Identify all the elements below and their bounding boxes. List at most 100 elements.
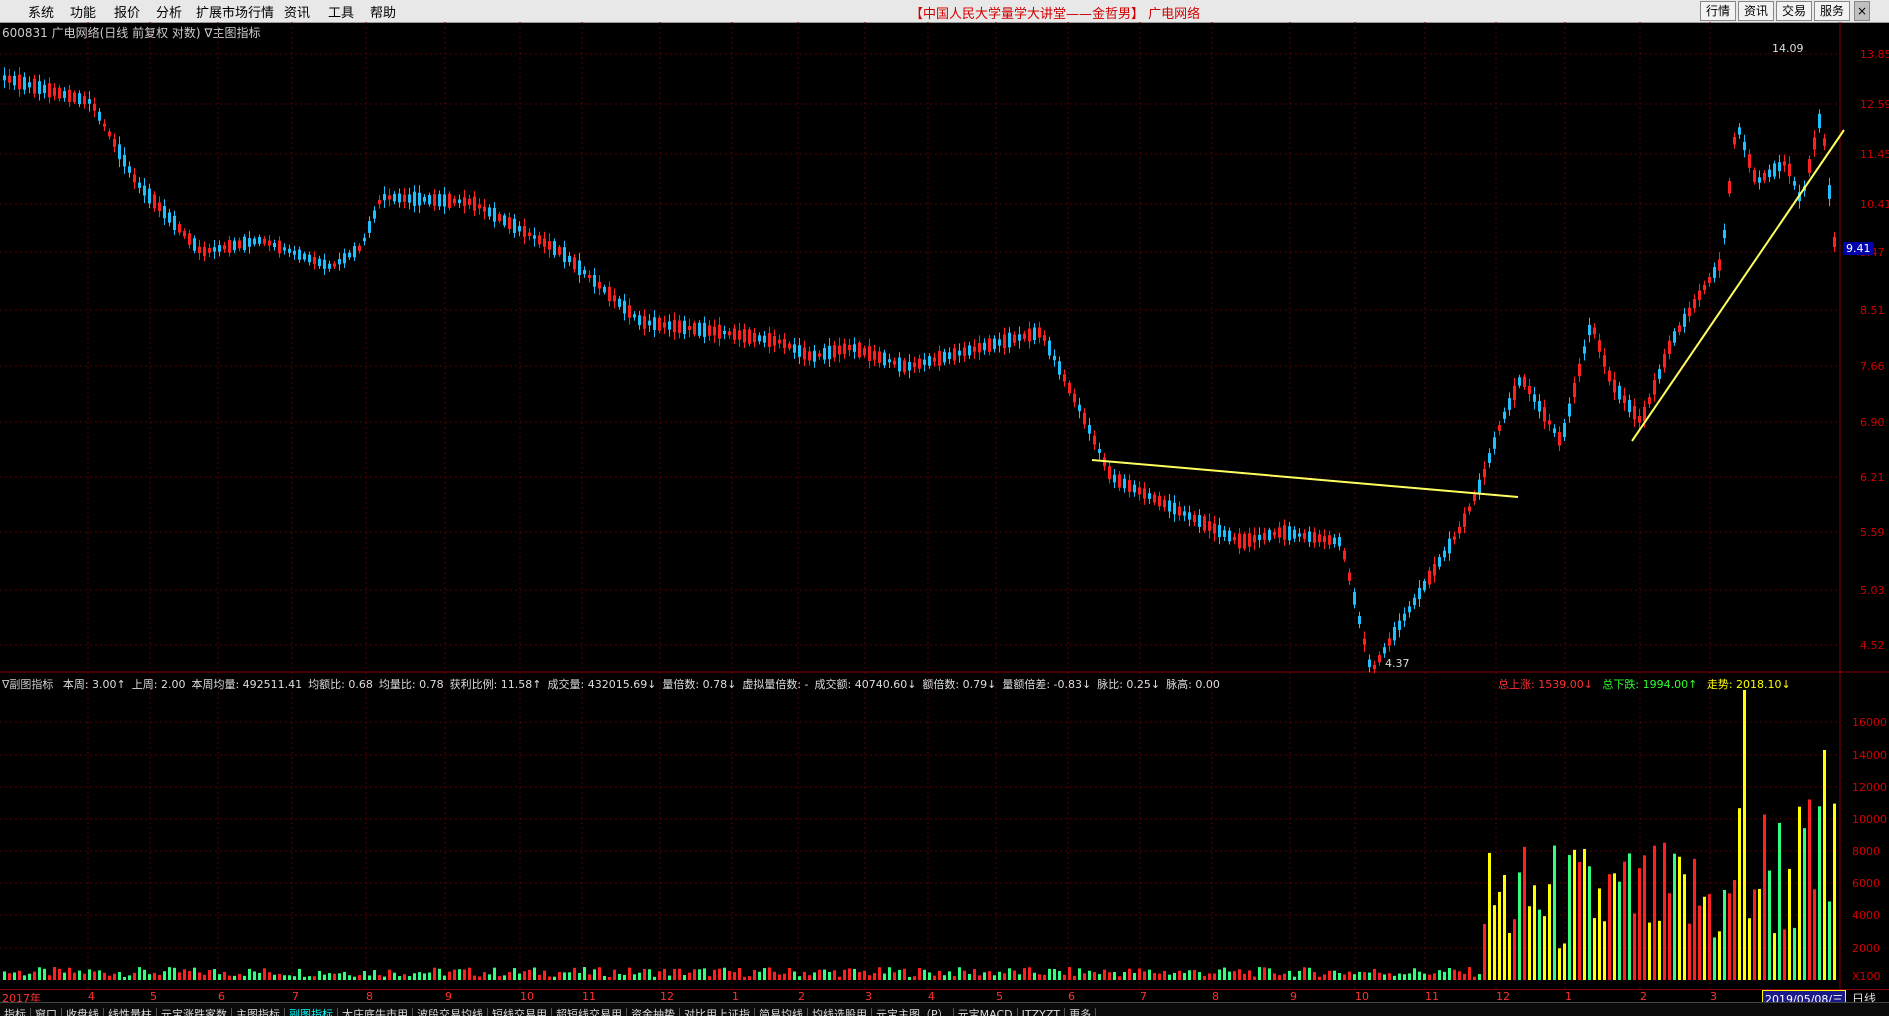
candle-body [1063,374,1066,382]
volume-bar [1083,973,1086,980]
support-trendline [1631,129,1845,442]
candle-body [448,193,451,208]
candle-body [1193,514,1196,523]
candle-body [783,338,786,349]
news-button[interactable]: 资讯 [1738,1,1774,21]
candle-body [83,96,86,105]
volume-bar [63,972,66,980]
volume-bar [1433,973,1436,980]
close-icon[interactable]: × [1854,1,1870,21]
volume-bar [1118,976,1121,980]
volume-bar [978,975,981,980]
menu-news[interactable]: 资讯 [284,2,310,21]
candle-body [1648,397,1651,405]
volume-tick-2: 12000 [1852,781,1887,794]
candle-body [803,347,806,360]
volume-bar [1383,974,1386,980]
candle-body [1488,453,1491,463]
volume-bar [33,971,36,980]
candle-body [873,351,876,360]
sub-indicator-header[interactable]: ∇副图指标 本周: 3.00↑ 上周: 2.00 本周均量: 492511.41 均额… [2,676,1226,692]
menu-tools[interactable]: 工具 [328,2,354,21]
candle-body [1578,363,1581,377]
sub-metric-5: 获利比例: 11.58↑ [449,678,542,691]
volume-bar [658,971,661,980]
volume-bar [533,967,536,980]
volume-bar [1703,896,1706,980]
volume-bar [1018,974,1021,980]
candle-body [168,212,171,223]
volume-bar [353,976,356,980]
volume-bar [1323,974,1326,980]
volume-bar [493,967,496,980]
candle-body [918,358,921,369]
candle-body [488,207,491,217]
candle-body [1328,535,1331,545]
volume-bar [1773,933,1776,980]
candle-body [1203,516,1206,531]
menu-system[interactable]: 系统 [28,2,54,21]
trade-button[interactable]: 交易 [1776,1,1812,21]
candle-body [1568,403,1571,417]
volume-bar [1523,846,1526,980]
menu-analysis[interactable]: 分析 [156,2,182,21]
candle-body [1808,159,1811,173]
volume-bar [643,968,646,980]
candle-body [1463,513,1466,528]
candle-body [1443,550,1446,558]
volume-bar [1408,973,1411,980]
candle-body [703,322,706,337]
candle-body [1133,484,1136,493]
candle-body [838,345,841,355]
candle-body [1383,647,1386,654]
candle-body [1323,536,1326,543]
volume-bar [433,967,436,980]
volume-bar [818,969,821,980]
menu-function[interactable]: 功能 [70,2,96,21]
volume-bar [823,969,826,980]
volume-bar [1803,828,1806,980]
sub-indicator-name[interactable]: ∇副图指标 [2,678,53,691]
volume-bar [483,972,486,980]
candle-body [1218,524,1221,538]
volume-bar [193,967,196,980]
candle-body [323,259,326,269]
volume-bar [1768,870,1771,980]
volume-bar [1013,970,1016,980]
service-button[interactable]: 服务 [1814,1,1850,21]
candle-body [773,336,776,346]
volume-bar [578,972,581,980]
volume-bar [358,975,361,980]
volume-bar [503,975,506,980]
volume-bar [458,969,461,980]
volume-bar [48,975,51,980]
volume-bar [453,969,456,980]
candle-body [433,194,436,206]
candle-body [1353,591,1356,605]
candle-body [473,196,476,211]
candle-body [1023,333,1026,340]
volume-bar [1573,849,1576,980]
candle-body [1238,533,1241,549]
volume-bar [288,975,291,980]
candle-body [848,344,851,351]
volume-bar [848,968,851,980]
candle-body [793,344,796,353]
menu-help[interactable]: 帮助 [370,2,396,21]
quote-button[interactable]: 行情 [1700,1,1736,21]
volume-bar [213,969,216,980]
candle-body [1778,162,1781,172]
candle-body [913,362,916,368]
volume-bar [1248,970,1251,980]
volume-bar [898,969,901,980]
volume-bar [588,974,591,980]
volume-bar [13,972,16,980]
candle-body [158,202,161,212]
menu-quote[interactable]: 报价 [114,2,140,21]
volume-bar [1643,855,1646,980]
chart-area[interactable]: 14.09 4.37 13.8512.5911.4510.419.478.517… [0,22,1889,989]
candle-body [1278,527,1281,538]
menu-extended-market[interactable]: 扩展市场行情 [196,2,274,21]
volume-bar [443,975,446,980]
candle-body [1833,236,1836,248]
